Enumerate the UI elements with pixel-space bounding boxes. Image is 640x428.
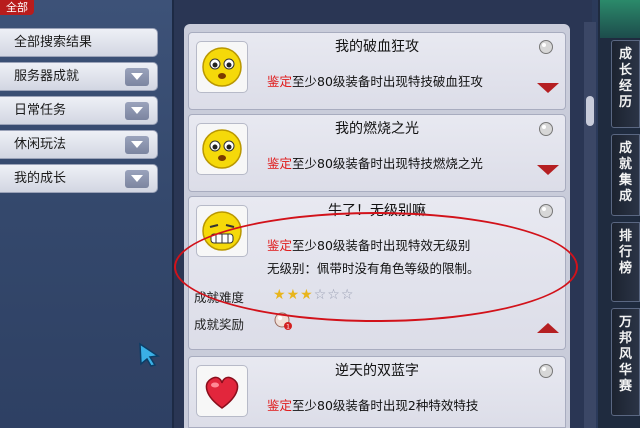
achievement-card[interactable]: 逆天的双蓝字 鉴定至少80级装备时出现2种特效特技 — [188, 356, 566, 428]
reward-label: 成就奖励 — [194, 317, 245, 332]
achievement-desc: 鉴定至少80级装备时出现特技燃烧之光 — [267, 156, 483, 171]
tab-leaderboard[interactable]: 排行榜 — [611, 222, 640, 302]
achievement-card[interactable]: 我的破血狂攻 鉴定至少80级装备时出现特技破血狂攻 — [188, 32, 566, 110]
expand-arrow-icon[interactable] — [537, 83, 559, 93]
achievement-card[interactable]: 我的燃烧之光 鉴定至少80级装备时出现特技燃烧之光 — [188, 114, 566, 192]
list-scrollbar[interactable] — [584, 22, 596, 428]
pearl-icon — [539, 40, 553, 54]
collapse-arrow-icon[interactable] — [537, 323, 559, 333]
menu-item-server-achievements[interactable]: 服务器成就 — [0, 62, 158, 91]
corner-emblem — [600, 0, 640, 38]
menu-item-my-growth[interactable]: 我的成长 — [0, 164, 158, 193]
menu-item-label: 日常任务 — [14, 103, 67, 118]
chevron-down-icon — [131, 175, 143, 182]
menu-item-leisure[interactable]: 休闲玩法 — [0, 130, 158, 159]
menu-item-all-results[interactable]: 全部搜索结果 — [0, 28, 158, 57]
tab-growth-history[interactable]: 成长经历 — [611, 40, 640, 128]
expand-arrow-icon[interactable] — [537, 165, 559, 175]
chevron-down-icon — [131, 141, 143, 148]
svg-text:1: 1 — [286, 324, 290, 331]
menu-item-label: 休闲玩法 — [14, 137, 67, 152]
tab-wanbang-contest[interactable]: 万邦风华赛 — [611, 308, 640, 416]
worried-face-icon — [196, 41, 248, 93]
pearl-icon — [539, 364, 553, 378]
menu-item-label: 全部搜索结果 — [14, 35, 93, 50]
chevron-down-icon — [131, 73, 143, 80]
tab-achievement-collection[interactable]: 成就集成 — [611, 134, 640, 216]
highlight-oval — [174, 212, 578, 322]
worried-face-icon — [196, 123, 248, 175]
menu-item-label: 我的成长 — [14, 171, 67, 186]
menu-item-label: 服务器成就 — [14, 69, 80, 84]
menu-item-daily-tasks[interactable]: 日常任务 — [0, 96, 158, 125]
chevron-down-icon — [131, 107, 143, 114]
pointer-cursor-icon — [139, 342, 161, 367]
heart-icon — [196, 365, 248, 417]
tab-all[interactable]: 全部 — [0, 0, 34, 15]
pearl-icon — [539, 122, 553, 136]
achievement-desc: 鉴定至少80级装备时出现特技破血狂攻 — [267, 74, 483, 89]
pearl-icon — [539, 204, 553, 218]
achievement-desc: 鉴定至少80级装备时出现2种特效特技 — [267, 398, 479, 413]
scrollbar-thumb[interactable] — [586, 96, 594, 126]
